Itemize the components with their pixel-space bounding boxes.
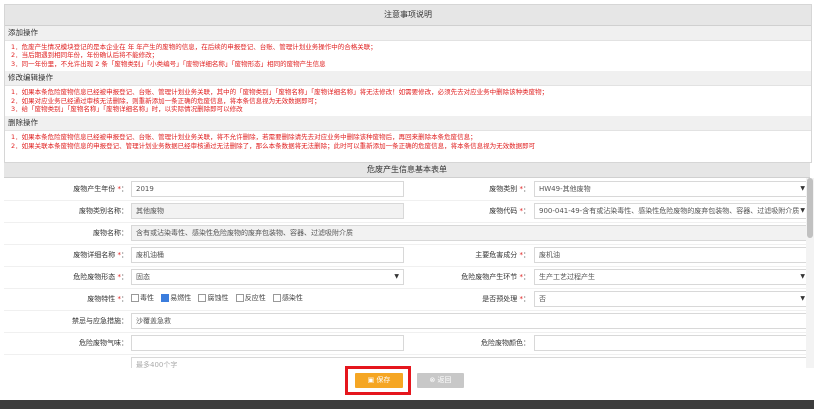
notice-panel: 注意事项说明 添加操作 1．危废产生情况模块登记的是本企业在 年 年产生的废物的… (4, 4, 812, 163)
section-add-heading: 添加操作 (5, 26, 811, 41)
waste-name-field: 含有或沾染毒性、感染性危险废物的废弃包装物、容器、过滤吸附介质 (131, 225, 810, 241)
category-label: 废物类别 *： (489, 185, 530, 193)
year-label: 废物产生年份 *： (73, 185, 128, 193)
color-input[interactable] (534, 335, 810, 351)
save-highlight-box (345, 366, 411, 395)
code-select-value: 900-041-49-含有或沾染毒性、感染性危险废物的废弃包装物、容器、过滤吸附… (539, 207, 800, 215)
form-row: 废物产生年份 *： 2019 废物类别 *： HW49-其他废物 ▼ (4, 178, 810, 201)
category-name-label: 废物类别名称： (79, 207, 128, 215)
form-row: 废物详细名称 *： 废机油桶 主要危害成分 *： 废机油 (4, 244, 810, 267)
main-component-input[interactable]: 废机油 (534, 247, 810, 263)
section-edit-heading: 修改编辑操作 (5, 71, 811, 87)
property-option-corrosive[interactable]: 腐蚀性 (198, 294, 228, 302)
remark-textarea[interactable]: 最多400个字 (131, 357, 810, 368)
property-option-flammable[interactable]: 易燃性 (161, 294, 191, 302)
notice-line: 3．同一年份里，不允许出现 2 条「废物类别」「小类编号」「废物详细名称」「废物… (11, 59, 326, 68)
waste-info-form: 废物产生年份 *： 2019 废物类别 *： HW49-其他废物 ▼ 废物类别名… (4, 178, 810, 368)
stage-select-value: 生产工艺过程产生 (539, 273, 595, 281)
section-delete-body: 1．如果本条危险废物信息已经被申报登记、台账、管理计划业务关联，将不允许删除，若… (5, 131, 811, 153)
checkbox-checked-icon (161, 294, 170, 302)
form-title: 危废产生信息基本表单 (4, 163, 810, 178)
category-select-value: HW49-其他废物 (539, 185, 591, 193)
cancel-button-label: 返回 (437, 376, 452, 384)
checkbox-icon (235, 294, 244, 302)
waste-name-label: 废物名称： (93, 229, 128, 237)
chevron-down-icon: ▼ (800, 207, 805, 214)
checkbox-icon (198, 294, 207, 302)
smell-input[interactable] (131, 335, 404, 351)
category-select[interactable]: HW49-其他废物 ▼ (534, 181, 810, 197)
form-row: 危险废物形态 *： 固态 ▼ 危险废物产生环节 *： 生产工艺过程产生 ▼ (4, 266, 810, 289)
stage-label: 危险废物产生环节 *： (461, 273, 530, 281)
chevron-down-icon: ▼ (394, 273, 399, 280)
pretreat-label: 是否预处理 *： (482, 295, 530, 303)
section-add-body: 1．危废产生情况模块登记的是本企业在 年 年产生的废物的信息，在后续的申报登记、… (5, 41, 811, 71)
code-label: 废物代码 *： (489, 207, 530, 215)
form-row: 废物名称： 含有或沾染毒性、感染性危险废物的废弃包装物、容器、过滤吸附介质 (4, 222, 810, 245)
section-edit-body: 1．如果本条危险废物信息已经被申报登记、台账、管理计划业务关联，其中的「废物类别… (5, 86, 811, 116)
property-label: 废物特性 *： (87, 295, 128, 303)
notice-line: 2．当后期遇到相同年份，年份确认后将不能修改； (11, 51, 159, 60)
chevron-down-icon: ▼ (800, 185, 805, 192)
checkbox-icon (131, 294, 139, 302)
property-option-toxic[interactable]: 毒性 (131, 294, 154, 302)
form-state-label: 危险废物形态 *： (73, 273, 128, 281)
notice-line: 3．给「废物类别」「废物名称」「废物详细名称」时，以实际情况删除即可以修改 (11, 105, 243, 114)
prevention-label: 禁忌与应急措施： (72, 317, 128, 325)
notice-line: 1．如果本条危险废物信息已经被申报登记、台账、管理计划业务关联，其中的「废物类别… (11, 88, 549, 97)
form-scrollbar-thumb[interactable] (807, 178, 813, 238)
prevention-input[interactable]: 沙覆盖急救 (131, 313, 810, 329)
chevron-down-icon: ▼ (800, 295, 805, 302)
section-delete-heading: 删除操作 (5, 116, 811, 132)
notice-line: 2．如果关联本条废物信息的申报登记、管理计划业务数据已经审核通过无法删除了，那么… (11, 141, 536, 150)
property-option-infectious[interactable]: 感染性 (272, 294, 303, 302)
main-component-label: 主要危害成分 *： (475, 251, 530, 259)
form-row: 废物特性 *： 毒性 易燃性 腐蚀性 反应性 感染性 是否预处理 *： 否 ▼ (4, 288, 810, 311)
year-input[interactable]: 2019 (131, 181, 404, 197)
notice-title: 注意事项说明 (5, 5, 811, 26)
form-state-select[interactable]: 固态 ▼ (131, 269, 404, 285)
pretreat-select-value: 否 (539, 295, 546, 303)
color-label: 危险废物颜色： (481, 339, 530, 347)
checkbox-icon (272, 294, 281, 302)
smell-label: 危险废物气味： (79, 339, 128, 347)
form-row: 废物类别名称： 其他废物 废物代码 *： 900-041-49-含有或沾染毒性、… (4, 200, 810, 223)
property-option-reactive[interactable]: 反应性 (235, 294, 266, 302)
code-select[interactable]: 900-041-49-含有或沾染毒性、感染性危险废物的废弃包装物、容器、过滤吸附… (534, 203, 810, 219)
cancel-button[interactable]: ⊗ 返回 (417, 373, 464, 388)
form-row: 禁忌与应急措施： 沙覆盖急救 (4, 310, 810, 333)
pretreat-select[interactable]: 否 ▼ (534, 291, 810, 307)
form-state-select-value: 固态 (136, 273, 150, 281)
chevron-down-icon: ▼ (800, 273, 805, 280)
notice-line: 1．危废产生情况模块登记的是本企业在 年 年产生的废物的信息，在后续的申报登记、… (11, 43, 377, 51)
stage-select[interactable]: 生产工艺过程产生 ▼ (534, 269, 810, 285)
property-checkbox-group: 毒性 易燃性 腐蚀性 反应性 感染性 (131, 293, 308, 303)
notice-line: 2．如果对应业务已经通过审核无法删除，则重新添加一条正确的危废信息，将本条信息视… (11, 96, 321, 105)
detail-name-input[interactable]: 废机油桶 (131, 247, 404, 263)
form-row: 危险废物气味： 危险废物颜色： (4, 332, 810, 355)
category-name-field: 其他废物 (131, 203, 404, 219)
close-circle-icon: ⊗ (429, 376, 436, 384)
notice-line: 1．如果本条危险废物信息已经被申报登记、台账、管理计划业务关联，将不允许删除，若… (11, 133, 477, 142)
detail-name-label: 废物详细名称 *： (73, 251, 128, 259)
bottom-bar (0, 400, 814, 409)
